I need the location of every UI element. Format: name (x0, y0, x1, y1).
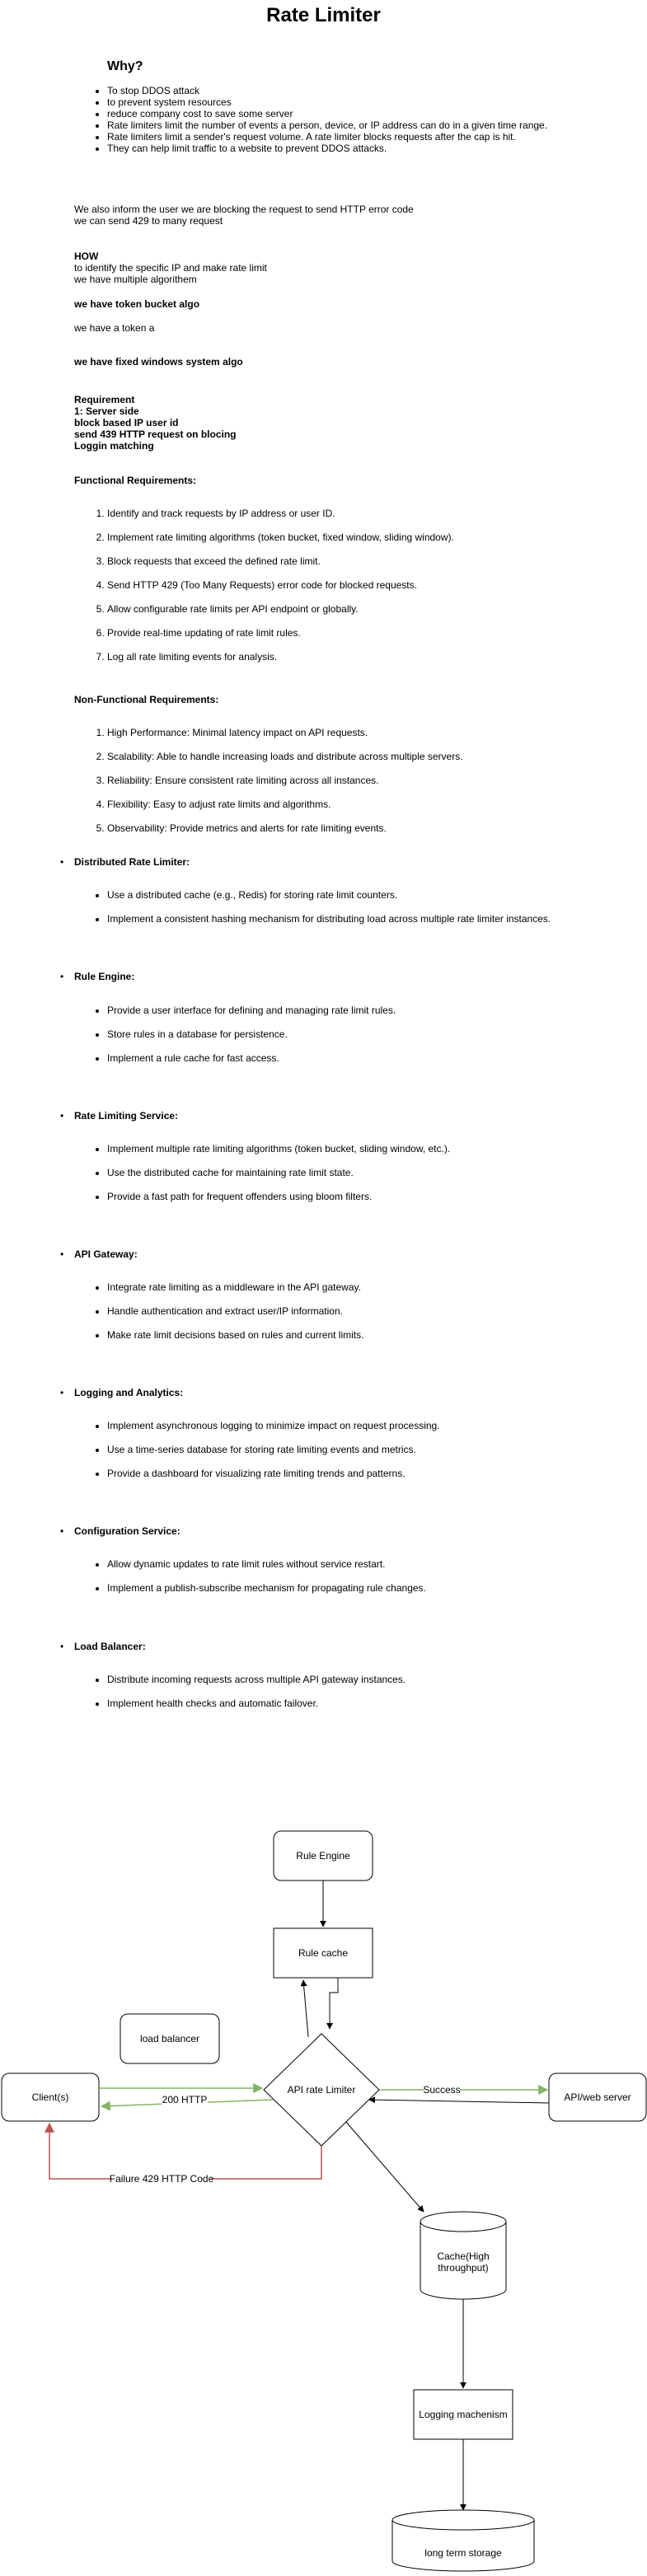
success-label: Success (423, 2084, 460, 2096)
cache-label-line-2: throughput) (438, 2262, 488, 2274)
section-list: Use a distributed cache (e.g., Redis) fo… (92, 889, 551, 937)
list-item: Rate limiters limit the number of events… (107, 119, 547, 131)
list-item: Send HTTP 429 (Too Many Requests) error … (107, 579, 454, 603)
list-item: Implement asynchronous logging to minimi… (107, 1420, 440, 1444)
list-item: Implement rate limiting algorithms (toke… (107, 532, 454, 555)
list-item: Allow dynamic updates to rate limit rule… (107, 1558, 426, 1582)
list-item: Block requests that exceed the defined r… (107, 555, 454, 579)
list-item: Use a distributed cache (e.g., Redis) fo… (107, 889, 551, 913)
page-title: Rate Limiter (266, 4, 381, 26)
list-item: Implement a consistent hashing mechanism… (107, 913, 551, 937)
list-item: Implement a rule cache for fast access. (107, 1052, 396, 1076)
section-title-rule-engine: Rule Engine: (60, 971, 134, 982)
rule-cache-node: Rule cache (273, 1927, 373, 1979)
edge-limiter-to-cache (300, 1979, 309, 2038)
list-item: Integrate rate limiting as a middleware … (107, 1281, 363, 1305)
rule-engine-node: Rule Engine (273, 1830, 373, 1881)
list-item: They can help limit traffic to a website… (107, 143, 547, 154)
how-line-2: we have multiple algorithem (74, 274, 197, 285)
list-item: Reliability: Ensure consistent rate limi… (107, 775, 463, 799)
section-title-distributed-rate-limiter: Distributed Rate Limiter: (60, 856, 190, 868)
list-item: reduce company cost to save some server (107, 108, 547, 119)
rate-limiter-label: API rate Limiter (288, 2084, 356, 2096)
requirement-line: 1: Server side (74, 405, 139, 417)
section-title-load-balancer: Load Balancer: (60, 1641, 146, 1652)
rule-cache-label: Rule cache (298, 1947, 348, 1959)
list-item: Log all rate limiting events for analysi… (107, 651, 454, 675)
section-list: Provide a user interface for defining an… (92, 1005, 396, 1076)
section-list: Integrate rate limiting as a middleware … (92, 1281, 363, 1353)
clients-node: Client(s) (1, 2073, 100, 2122)
section-list: Implement asynchronous logging to minimi… (92, 1420, 440, 1492)
list-item: Implement health checks and automatic fa… (107, 1698, 406, 1721)
list-item: High Performance: Minimal latency impact… (107, 727, 463, 751)
list-item: Rate limiters limit a sender's request v… (107, 131, 547, 143)
rule-engine-label: Rule Engine (296, 1850, 350, 1862)
section-title-api-gateway: API Gateway: (60, 1248, 138, 1260)
api-server-label: API/web server (564, 2091, 631, 2103)
list-item: To stop DDOS attack (107, 85, 547, 96)
fixed-window-note: we have fixed windows system algo (74, 356, 243, 368)
section-list: Distribute incoming requests across mult… (92, 1674, 406, 1721)
load-balancer-label: load balancer (140, 2033, 199, 2044)
list-item: Flexibility: Easy to adjust rate limits … (107, 799, 463, 822)
section-list: Implement multiple rate limiting algorit… (92, 1143, 450, 1215)
logging-node: Logging machenism (413, 2389, 513, 2440)
list-item: Implement a publish-subscribe mechanism … (107, 1582, 426, 1606)
requirement-line: block based IP user id (74, 417, 179, 429)
requirement-line: send 439 HTTP request on blocing (74, 429, 237, 440)
how-line-1: to identify the specific IP and make rat… (74, 262, 267, 274)
list-item: Provide a dashboard for visualizing rate… (107, 1468, 440, 1492)
list-item: Distribute incoming requests across mult… (107, 1674, 406, 1698)
storage-label: long term storage (424, 2547, 502, 2559)
nonfunctional-list: High Performance: Minimal latency impact… (91, 727, 463, 846)
rate-limiter-node: API rate Limiter (263, 2033, 380, 2147)
api-server-node: API/web server (548, 2073, 647, 2122)
section-list: Allow dynamic updates to rate limit rule… (92, 1558, 426, 1606)
cache-label-line-1: Cache(High (437, 2250, 489, 2262)
list-item: Allow configurable rate limits per API e… (107, 603, 454, 627)
list-item: Store rules in a database for persistenc… (107, 1028, 396, 1052)
inform-line-2: we can send 429 to many request (74, 215, 223, 227)
list-item: Make rate limit decisions based on rules… (107, 1329, 363, 1353)
nonfunctional-heading: Non-Functional Requirements: (74, 694, 219, 705)
load-balancer-node: load balancer (120, 2013, 220, 2064)
list-item: Handle authentication and extract user/I… (107, 1305, 363, 1329)
logging-label: Logging machenism (419, 2409, 507, 2420)
functional-heading: Functional Requirements: (74, 475, 197, 486)
requirement-line: Loggin matching (74, 440, 154, 452)
edge-limiter-failure-to-clients (45, 2122, 322, 2180)
cache-db-node: Cache(High throughput) (420, 2211, 507, 2300)
list-item: Provide real-time updating of rate limit… (107, 627, 454, 651)
list-item: Use the distributed cache for maintainin… (107, 1167, 450, 1191)
list-item: Implement multiple rate limiting algorit… (107, 1143, 450, 1167)
section-title-rate-limiting-service: Rate Limiting Service: (60, 1110, 178, 1122)
requirement-heading: Requirement (74, 394, 135, 405)
inform-line-1: We also inform the user we are blocking … (74, 204, 414, 215)
edge-server-to-limiter (368, 2096, 550, 2104)
token-a-note: we have a token a (74, 322, 155, 334)
section-title-logging-analytics: Logging and Analytics: (60, 1387, 183, 1398)
edge-limiter-to-cache-db (345, 2121, 424, 2213)
list-item: Scalability: Able to handle increasing l… (107, 751, 463, 775)
functional-list: Identify and track requests by IP addres… (91, 508, 454, 675)
list-item: Provide a fast path for frequent offende… (107, 1191, 450, 1215)
failure-label: Failure 429 HTTP Code (110, 2173, 214, 2185)
list-item: to prevent system resources (107, 96, 547, 108)
how-heading: HOW (74, 251, 99, 262)
why-heading: Why? (107, 59, 143, 73)
token-bucket-note: we have token bucket algo (74, 298, 200, 310)
list-item: Provide a user interface for defining an… (107, 1005, 396, 1028)
section-title-configuration-service: Configuration Service: (60, 1525, 181, 1537)
why-list: To stop DDOS attack to prevent system re… (92, 85, 547, 154)
architecture-diagram: Rule Engine Rule cache load balancer Cli… (1, 1830, 647, 2572)
storage-node: long term storage (391, 2509, 535, 2572)
http-200-label: 200 HTTP (162, 2094, 208, 2105)
list-item: Use a time-series database for storing r… (107, 1444, 440, 1468)
clients-label: Client(s) (32, 2091, 69, 2103)
edge-cache-to-limiter (326, 1978, 339, 2030)
list-item: Identify and track requests by IP addres… (107, 508, 454, 532)
list-item: Observability: Provide metrics and alert… (107, 822, 463, 846)
